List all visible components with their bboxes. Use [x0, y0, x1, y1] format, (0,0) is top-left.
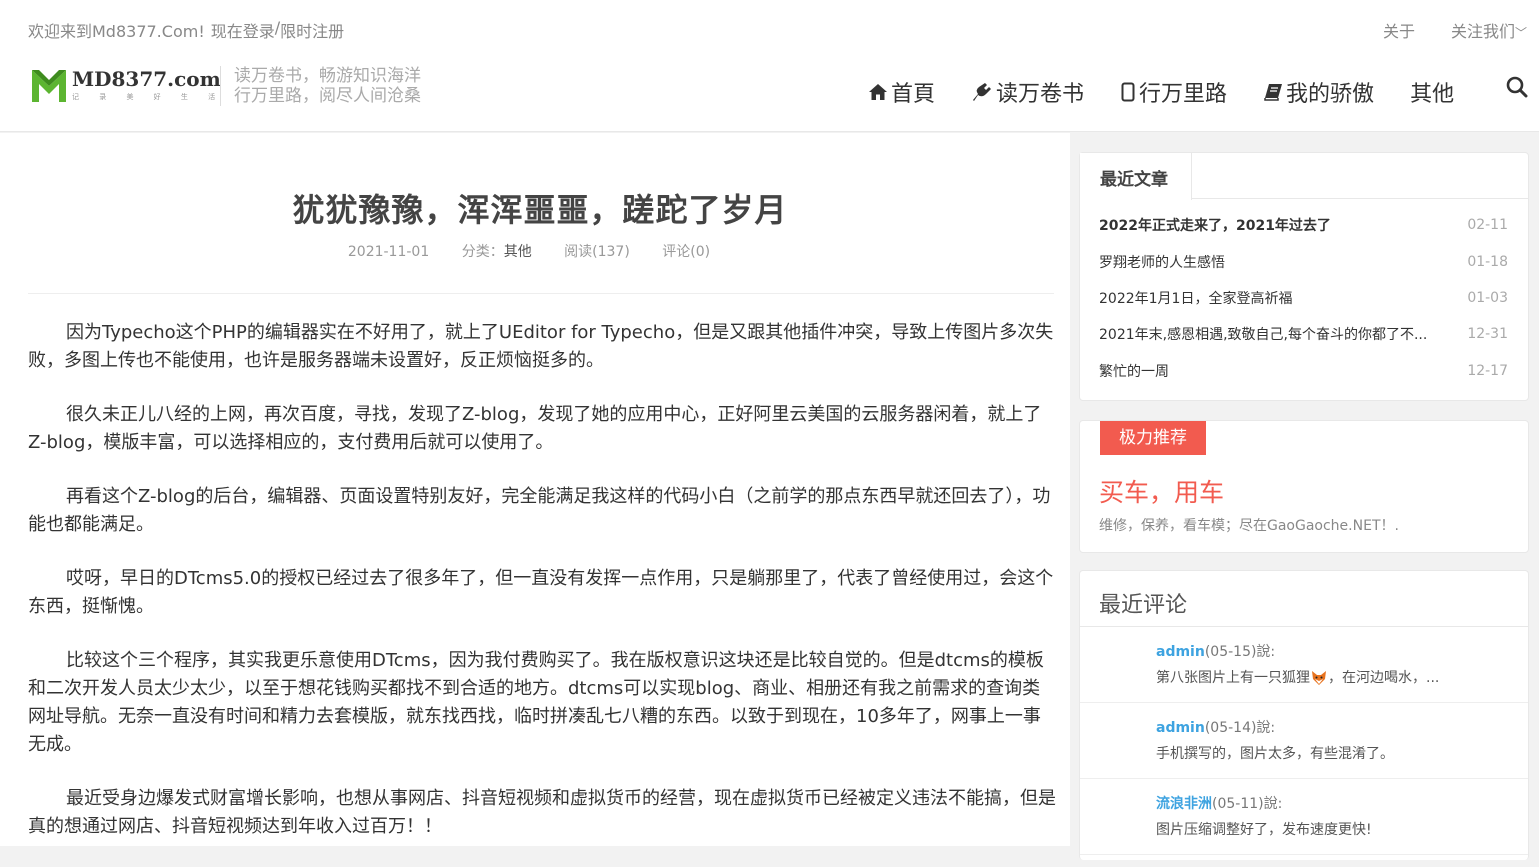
home-icon [869, 84, 887, 100]
recent-comments-widget: 最近评论 admin(05-15)說: 第八张图片上有一只狐狸 ，在河边喝水，..… [1079, 570, 1529, 860]
recommend-description: 维修，保养，看车模；尽在GaoGaoche.NET！. [1099, 518, 1399, 534]
top-links: 关于 关注我们﹀ [1347, 18, 1527, 42]
comment-user[interactable]: admin [1156, 720, 1205, 736]
register-link[interactable]: 限时注册 [280, 18, 344, 42]
plug-icon [973, 83, 992, 101]
article-paragraph: 再看这个Z-blog的后台，编辑器、页面设置特别友好，完全能满足我这样的代码小白… [28, 486, 1051, 535]
comment-meta: (05-14)說: [1204, 720, 1276, 736]
top-bar: 欢迎来到Md8377.Com! 现在登录 / 限时注册 [28, 18, 344, 42]
article-body: 因为Typecho这个PHP的编辑器实在不好用了，就上了UEditor for … [28, 319, 1058, 867]
recent-post-title: 2022年1月1日，全家登高祈福 [1099, 290, 1293, 307]
recommend-title-link[interactable]: 买车，用车 [1099, 473, 1224, 509]
mobile-icon [1121, 82, 1135, 102]
recommend-badge: 极力推荐 [1100, 421, 1206, 455]
recent-post-title: 繁忙的一周 [1099, 363, 1169, 380]
logo-tagline: 记 录 美 好 生 活 [72, 93, 225, 101]
post-views: 阅读(137) [564, 244, 630, 260]
recent-tab-bar: 最近文章 [1080, 153, 1528, 200]
nav-item-pride[interactable]: 我的骄傲 [1263, 76, 1374, 108]
recent-post-title: 罗翔老师的人生感悟 [1099, 254, 1225, 271]
recent-post-date: 01-03 [1467, 289, 1508, 306]
nav-label-pride: 我的骄傲 [1286, 82, 1375, 107]
nav-label-other: 其他 [1410, 82, 1455, 107]
article-panel: 犹犹豫豫，浑浑噩噩，蹉跎了岁月 2021-11-01 分类：其他 阅读(137)… [0, 133, 1070, 846]
recent-post-date: 12-31 [1467, 326, 1508, 343]
comment-meta: (05-11)說: [1212, 796, 1283, 812]
logo-brand: MD8377.com [72, 67, 221, 91]
comment-meta: (05-15)說: [1204, 644, 1276, 660]
slogan-line-1: 读万卷书，畅游知识海洋 [234, 66, 421, 86]
site-logo[interactable]: MD8377.com 记 录 美 好 生 活 [30, 66, 224, 104]
comment-text: 图片压缩调整好了，发布速度更快! [1156, 822, 1372, 838]
comment-user[interactable]: admin [1156, 644, 1205, 660]
post-date: 2021-11-01 [347, 244, 430, 260]
nav-item-reading[interactable]: 读万卷书 [971, 76, 1084, 108]
article-paragraph: 因为Typecho这个PHP的编辑器实在不好用了，就上了UEditor for … [28, 322, 1054, 371]
recent-post-date: 01-18 [1467, 253, 1508, 270]
follow-us-menu[interactable]: 关注我们﹀ [1451, 18, 1527, 42]
welcome-text: 欢迎来到Md8377.Com! [28, 22, 205, 41]
list-item[interactable]: 2021年末,感恩相遇,致敬自己,每个奋斗的你都了不... 12-31 [1099, 316, 1508, 352]
divider [28, 293, 1054, 294]
recommend-widget: 极力推荐 买车，用车 维修，保养，看车模；尽在GaoGaoche.NET！. [1079, 420, 1529, 553]
site-header: 欢迎来到Md8377.Com! 现在登录 / 限时注册 关于 关注我们﹀ MD8… [0, 0, 1539, 132]
comment-item[interactable]: 流浪非洲(05-11)說: 图片压缩调整好了，发布速度更快! [1080, 779, 1528, 855]
post-category: 分类：其他 [462, 244, 532, 260]
article-paragraph: 比较这个三个程序，其实我更乐意使用DTcms，因为我付费购买了。我在版权意识这块… [28, 650, 1044, 755]
comment-user[interactable]: 流浪非洲 [1156, 796, 1212, 812]
post-meta: 2021-11-01 分类：其他 阅读(137) 评论(0) [0, 241, 1058, 261]
logo-m-icon [32, 70, 66, 102]
nav-label-travel: 行万里路 [1139, 82, 1228, 107]
search-icon[interactable] [1505, 75, 1529, 99]
main-nav: 首頁 读万卷书 行万里路 我的骄傲 其他 [868, 76, 1454, 108]
comment-text: 第八张图片上有一只狐狸 [1156, 670, 1310, 686]
category-link[interactable]: 其他 [504, 244, 532, 260]
follow-us-label: 关注我们 [1450, 22, 1515, 41]
nav-item-travel[interactable]: 行万里路 [1120, 76, 1227, 108]
list-item[interactable]: 罗翔老师的人生感悟 01-18 [1099, 243, 1508, 279]
article-paragraph: 很久未正儿八经的上网，再次百度，寻找，发现了Z-blog，发现了她的应用中心，正… [28, 404, 1042, 453]
recent-post-title: 2021年末,感恩相遇,致敬自己,每个奋斗的你都了不... [1099, 327, 1428, 344]
comments-widget-title: 最近评论 [1080, 571, 1528, 627]
slogan-line-2: 行万里路，阅尽人间沧桑 [234, 86, 421, 106]
book-icon [1264, 84, 1283, 101]
comment-text: 手机撰写的，图片太多，有些混淆了。 [1156, 746, 1394, 762]
category-label: 分类： [461, 244, 504, 260]
recent-posts-list: 2022年正式走来了，2021年过去了 02-11 罗翔老师的人生感悟 01-18 … [1080, 199, 1528, 389]
chevron-down-icon: ﹀ [1514, 26, 1527, 40]
comment-item[interactable]: admin(05-15)說: 第八张图片上有一只狐狸 ，在河边喝水，... [1080, 627, 1528, 703]
recent-post-date: 02-11 [1467, 217, 1508, 234]
tab-recent-posts[interactable]: 最近文章 [1080, 153, 1192, 200]
nav-item-other[interactable]: 其他 [1410, 76, 1454, 108]
recent-post-date: 12-17 [1467, 362, 1508, 379]
article-paragraph: 最近受身边爆发式财富增长影响，也想从事网店、抖音短视频和虚拟货币的经营，现在虚拟… [28, 788, 1056, 837]
recent-post-title: 2022年正式走来了，2021年过去了 [1099, 218, 1331, 235]
fox-emoji-icon [1312, 671, 1326, 685]
nav-label-home: 首頁 [891, 82, 936, 107]
list-item[interactable]: 2022年正式走来了，2021年过去了 02-11 [1099, 207, 1508, 243]
nav-item-home[interactable]: 首頁 [868, 76, 935, 108]
login-link[interactable]: 现在登录 [211, 18, 275, 42]
page-title: 犹犹豫豫，浑浑噩噩，蹉跎了岁月 [292, 191, 788, 229]
list-item[interactable]: 2022年1月1日，全家登高祈福 01-03 [1099, 280, 1508, 316]
list-item[interactable]: 繁忙的一周 12-17 [1099, 353, 1508, 389]
post-comments-count[interactable]: 评论(0) [662, 244, 710, 260]
site-slogan: 读万卷书，畅游知识海洋 行万里路，阅尽人间沧桑 [220, 66, 421, 106]
comment-text-rest: ，在河边喝水，... [1328, 670, 1440, 686]
nav-label-reading: 读万卷书 [996, 82, 1085, 107]
recent-posts-widget: 最近文章 2022年正式走来了，2021年过去了 02-11 罗翔老师的人生感悟 0… [1079, 152, 1529, 401]
comment-item[interactable]: admin(05-14)說: 手机撰写的，图片太多，有些混淆了。 [1080, 703, 1528, 779]
article-paragraph: 哎呀，早日的DTcms5.0的授权已经过去了很多年了，但一直没有发挥一点作用，只… [28, 568, 1054, 617]
about-link[interactable]: 关于 [1383, 18, 1415, 42]
